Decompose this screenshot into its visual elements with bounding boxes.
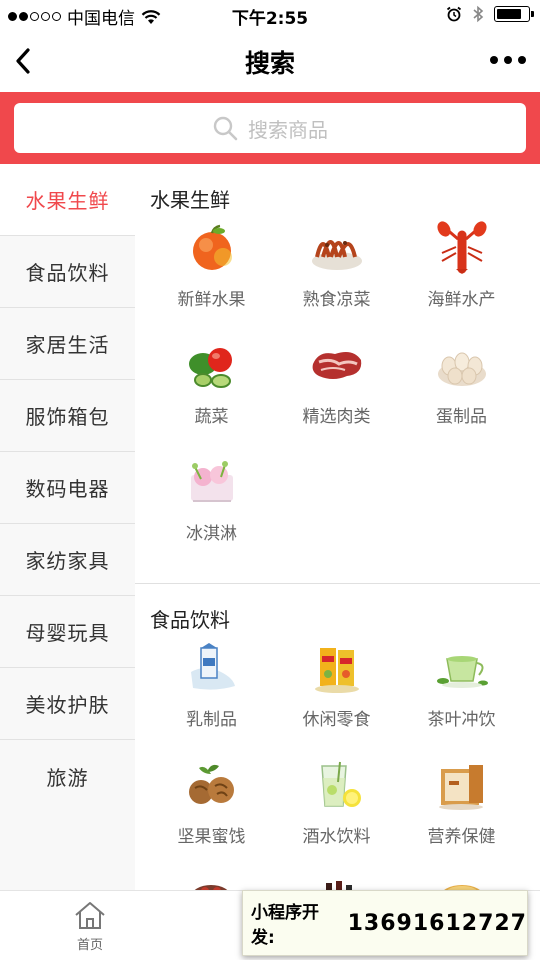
- category-content: 水果生鲜 新鲜水果 熟食凉菜 海鲜水产 蔬菜 精选肉类 蛋制品 冰淇淋 食品饮料…: [135, 164, 540, 890]
- status-bar: 中国电信 下午2:55: [0, 0, 540, 30]
- category-cell-cooked-food[interactable]: 熟食凉菜: [274, 219, 399, 329]
- category-label: 蔬菜: [194, 407, 229, 427]
- section-title-fruit-fresh: 水果生鲜: [150, 188, 230, 212]
- promo-banner[interactable]: 小程序开发: 13691612727: [242, 890, 528, 956]
- category-label: 新鲜水果: [177, 290, 246, 310]
- sidebar-item-food-drink[interactable]: 食品饮料: [0, 236, 135, 308]
- walnut-icon: [188, 764, 234, 804]
- search-band: 搜索商品: [0, 92, 540, 164]
- category-cell-dairy[interactable]: 乳制品: [149, 639, 274, 749]
- category-cell-seafood[interactable]: 海鲜水产: [399, 219, 524, 329]
- category-label: 营养保健: [427, 827, 496, 847]
- pastry-icon: [194, 885, 227, 890]
- sidebar-item-baby-toys[interactable]: 母婴玩具: [0, 596, 135, 668]
- sidebar-item-fruit-fresh[interactable]: 水果生鲜: [0, 164, 135, 236]
- category-cell-partial-1[interactable]: [149, 873, 274, 890]
- tea-icon: [436, 656, 488, 688]
- category-cell-fresh-fruit[interactable]: 新鲜水果: [149, 219, 274, 329]
- sidebar-item-textiles-furniture[interactable]: 家纺家具: [0, 524, 135, 596]
- drink-icon: [320, 761, 361, 807]
- snacks-icon: [314, 648, 359, 693]
- category-label: 休闲零食: [302, 710, 371, 730]
- category-label: 茶叶冲饮: [427, 710, 496, 730]
- cake-icon: [443, 885, 480, 890]
- category-label: 海鲜水产: [427, 290, 496, 310]
- category-cell-tea[interactable]: 茶叶冲饮: [399, 639, 524, 749]
- cooked-food-icon: [311, 240, 362, 270]
- milk-icon: [190, 643, 235, 690]
- category-cell-meat[interactable]: 精选肉类: [274, 336, 399, 446]
- promo-phone-number: 13691612727: [347, 910, 527, 936]
- bluetooth-icon: [473, 5, 484, 23]
- page: 中国电信 下午2:55 搜索 搜索商品 水果生鲜 食品饮料 家居生活 服饰箱包 …: [0, 0, 540, 960]
- category-label: 冰淇淋: [186, 524, 237, 544]
- sidebar-item-electronics[interactable]: 数码电器: [0, 452, 135, 524]
- vegetables-icon: [188, 348, 232, 388]
- section-title-food-drink: 食品饮料: [150, 608, 230, 632]
- page-title: 搜索: [244, 49, 295, 78]
- category-label: 精选肉类: [302, 407, 371, 427]
- section-divider: [135, 583, 540, 584]
- sidebar-item-home-living[interactable]: 家居生活: [0, 308, 135, 380]
- category-label: 熟食凉菜: [302, 290, 371, 310]
- category-label: 蛋制品: [436, 407, 487, 427]
- category-label: 酒水饮料: [302, 827, 371, 847]
- health-box-icon: [438, 765, 483, 810]
- category-cell-eggs[interactable]: 蛋制品: [399, 336, 524, 446]
- category-cell-partial-2[interactable]: [274, 873, 399, 890]
- category-cell-ice-cream[interactable]: 冰淇淋: [149, 453, 274, 563]
- promo-label: 小程序开发:: [251, 903, 319, 948]
- search-placeholder: 搜索商品: [248, 117, 328, 142]
- meat-icon: [312, 352, 361, 379]
- category-sidebar: 水果生鲜 食品饮料 家居生活 服饰箱包 数码电器 家纺家具 母婴玩具 美妆护肤 …: [0, 164, 135, 890]
- sidebar-item-apparel-bags[interactable]: 服饰箱包: [0, 380, 135, 452]
- apple-icon: [192, 224, 232, 270]
- category-cell-snacks[interactable]: 休闲零食: [274, 639, 399, 749]
- category-cell-drinks[interactable]: 酒水饮料: [274, 756, 399, 866]
- search-icon: [213, 116, 238, 141]
- tab-home[interactable]: 首页: [0, 891, 180, 960]
- alarm-icon: [446, 6, 462, 22]
- lobster-icon: [436, 221, 487, 274]
- category-cell-partial-3[interactable]: [399, 873, 524, 890]
- sidebar-item-beauty-skincare[interactable]: 美妆护肤: [0, 668, 135, 740]
- sidebar-item-travel[interactable]: 旅游: [0, 740, 135, 812]
- tab-home-label: 首页: [76, 937, 103, 953]
- category-cell-health[interactable]: 营养保健: [399, 756, 524, 866]
- category-cell-nuts[interactable]: 坚果蜜饯: [149, 756, 274, 866]
- home-icon: [75, 901, 105, 929]
- status-right: [446, 5, 534, 23]
- wine-bottles-icon: [325, 881, 352, 890]
- search-input[interactable]: 搜索商品: [14, 103, 526, 153]
- category-label: 乳制品: [186, 710, 237, 730]
- category-cell-vegetables[interactable]: 蔬菜: [149, 336, 274, 446]
- ice-cream-icon: [190, 461, 233, 502]
- more-options-icon[interactable]: [490, 56, 526, 64]
- battery-icon: [494, 6, 534, 22]
- nav-bar: 搜索: [0, 30, 540, 92]
- category-label: 坚果蜜饯: [177, 827, 246, 847]
- eggs-icon: [437, 352, 486, 386]
